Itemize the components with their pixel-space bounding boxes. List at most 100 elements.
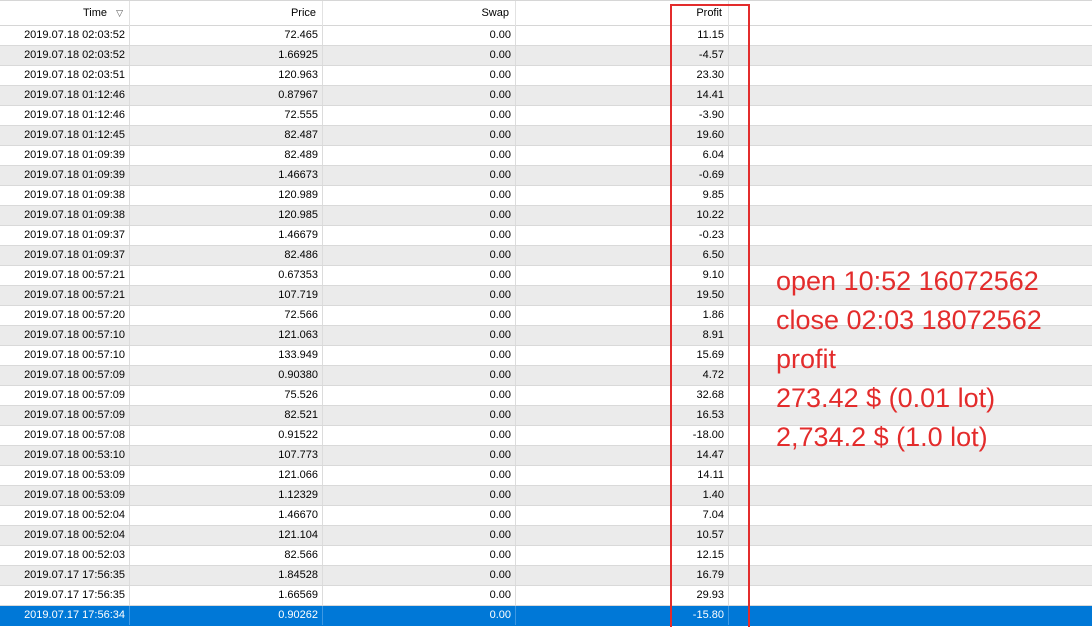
table-header: Time ▽ Price Swap Profit — [0, 0, 1092, 26]
table-row[interactable]: 2019.07.18 01:09:39 82.489 0.00 6.04 — [0, 146, 1092, 166]
table-row[interactable]: 2019.07.18 01:12:46 72.555 0.00 -3.90 — [0, 106, 1092, 126]
cell-time: 2019.07.18 02:03:52 — [0, 26, 130, 45]
table-row[interactable]: 2019.07.18 01:09:38 120.989 0.00 9.85 — [0, 186, 1092, 206]
cell-time: 2019.07.18 02:03:52 — [0, 46, 130, 65]
cell-price: 82.487 — [130, 126, 323, 145]
table-row[interactable]: 2019.07.18 00:53:09 1.12329 0.00 1.40 — [0, 486, 1092, 506]
cell-profit: 4.72 — [516, 366, 729, 385]
cell-price: 0.87967 — [130, 86, 323, 105]
table-row[interactable]: 2019.07.18 02:03:52 72.465 0.00 11.15 — [0, 26, 1092, 46]
cell-empty — [729, 586, 1092, 605]
cell-time: 2019.07.18 00:52:04 — [0, 526, 130, 545]
table-row[interactable]: 2019.07.18 02:03:51 120.963 0.00 23.30 — [0, 66, 1092, 86]
cell-price: 121.104 — [130, 526, 323, 545]
cell-price: 120.985 — [130, 206, 323, 225]
annotation-profit-label: profit — [776, 344, 837, 374]
column-header-profit[interactable]: Profit — [516, 1, 729, 26]
cell-swap: 0.00 — [323, 246, 516, 265]
cell-time: 2019.07.18 00:53:09 — [0, 466, 130, 485]
column-header-profit-label: Profit — [696, 7, 722, 19]
cell-empty — [729, 86, 1092, 105]
table-row[interactable]: 2019.07.18 01:12:45 82.487 0.00 19.60 — [0, 126, 1092, 146]
cell-profit: 10.57 — [516, 526, 729, 545]
cell-profit: 32.68 — [516, 386, 729, 405]
table-row[interactable]: 2019.07.17 17:56:35 1.66569 0.00 29.93 — [0, 586, 1092, 606]
cell-swap: 0.00 — [323, 226, 516, 245]
cell-price: 1.46679 — [130, 226, 323, 245]
cell-price: 133.949 — [130, 346, 323, 365]
cell-empty — [729, 66, 1092, 85]
cell-profit: 1.40 — [516, 486, 729, 505]
cell-swap: 0.00 — [323, 366, 516, 385]
cell-empty — [729, 106, 1092, 125]
cell-swap: 0.00 — [323, 106, 516, 125]
cell-profit: 6.04 — [516, 146, 729, 165]
cell-price: 1.12329 — [130, 486, 323, 505]
cell-swap: 0.00 — [323, 306, 516, 325]
cell-empty — [729, 26, 1092, 45]
column-header-empty — [729, 1, 1092, 26]
cell-profit: 15.69 — [516, 346, 729, 365]
table-row[interactable]: 2019.07.18 01:09:39 1.46673 0.00 -0.69 — [0, 166, 1092, 186]
cell-empty — [729, 546, 1092, 565]
cell-profit: 14.11 — [516, 466, 729, 485]
cell-swap: 0.00 — [323, 386, 516, 405]
column-header-time-label: Time — [82, 7, 107, 19]
cell-swap: 0.00 — [323, 286, 516, 305]
cell-profit: 14.41 — [516, 86, 729, 105]
cell-time: 2019.07.18 00:57:20 — [0, 306, 130, 325]
cell-time: 2019.07.18 01:09:38 — [0, 186, 130, 205]
cell-time: 2019.07.18 01:12:46 — [0, 106, 130, 125]
cell-profit: 29.93 — [516, 586, 729, 605]
cell-swap: 0.00 — [323, 166, 516, 185]
cell-empty — [729, 186, 1092, 205]
cell-time: 2019.07.18 00:52:04 — [0, 506, 130, 525]
annotation-profit-small-lot: 273.42 $ (0.01 lot) — [776, 383, 996, 413]
cell-price: 107.719 — [130, 286, 323, 305]
cell-time: 2019.07.17 17:56:35 — [0, 586, 130, 605]
cell-profit: -18.00 — [516, 426, 729, 445]
cell-price: 82.489 — [130, 146, 323, 165]
cell-profit: -15.80 — [516, 606, 729, 625]
cell-price: 72.555 — [130, 106, 323, 125]
column-header-price[interactable]: Price — [130, 1, 323, 26]
table-row[interactable]: 2019.07.18 00:52:04 1.46670 0.00 7.04 — [0, 506, 1092, 526]
cell-time: 2019.07.18 00:57:08 — [0, 426, 130, 445]
cell-time: 2019.07.18 01:12:45 — [0, 126, 130, 145]
cell-price: 82.486 — [130, 246, 323, 265]
table-row[interactable]: 2019.07.17 17:56:35 1.84528 0.00 16.79 — [0, 566, 1092, 586]
column-header-swap-label: Swap — [481, 7, 509, 19]
table-row[interactable]: 2019.07.18 02:03:52 1.66925 0.00 -4.57 — [0, 46, 1092, 66]
table-row[interactable]: 2019.07.18 00:52:03 82.566 0.00 12.15 — [0, 546, 1092, 566]
cell-price: 0.90262 — [130, 606, 323, 625]
table-row-selected[interactable]: 2019.07.17 17:56:34 0.90262 0.00 -15.80 — [0, 606, 1092, 626]
cell-price: 107.773 — [130, 446, 323, 465]
cell-time: 2019.07.18 01:09:37 — [0, 226, 130, 245]
table-row[interactable]: 2019.07.18 00:52:04 121.104 0.00 10.57 — [0, 526, 1092, 546]
table-row[interactable]: 2019.07.18 00:53:09 121.066 0.00 14.11 — [0, 466, 1092, 486]
cell-price: 0.67353 — [130, 266, 323, 285]
cell-swap: 0.00 — [323, 46, 516, 65]
table-row[interactable]: 2019.07.18 01:09:37 1.46679 0.00 -0.23 — [0, 226, 1092, 246]
cell-profit: 19.60 — [516, 126, 729, 145]
cell-time: 2019.07.18 01:09:38 — [0, 206, 130, 225]
cell-time: 2019.07.18 01:09:37 — [0, 246, 130, 265]
cell-empty — [729, 146, 1092, 165]
cell-profit: 1.86 — [516, 306, 729, 325]
cell-swap: 0.00 — [323, 426, 516, 445]
cell-price: 120.963 — [130, 66, 323, 85]
table-row[interactable]: 2019.07.18 01:12:46 0.87967 0.00 14.41 — [0, 86, 1092, 106]
cell-swap: 0.00 — [323, 346, 516, 365]
cell-profit: 6.50 — [516, 246, 729, 265]
cell-price: 0.91522 — [130, 426, 323, 445]
cell-swap: 0.00 — [323, 126, 516, 145]
cell-profit: 9.85 — [516, 186, 729, 205]
cell-time: 2019.07.18 00:57:09 — [0, 406, 130, 425]
cell-time: 2019.07.18 00:57:10 — [0, 326, 130, 345]
cell-time: 2019.07.18 02:03:51 — [0, 66, 130, 85]
table-row[interactable]: 2019.07.18 01:09:38 120.985 0.00 10.22 — [0, 206, 1092, 226]
column-header-swap[interactable]: Swap — [323, 1, 516, 26]
column-header-time[interactable]: Time ▽ — [0, 1, 130, 26]
profit-annotation: open 10:52 16072562 close 02:03 18072562… — [776, 262, 1042, 457]
annotation-open-line: open 10:52 16072562 — [776, 266, 1039, 296]
